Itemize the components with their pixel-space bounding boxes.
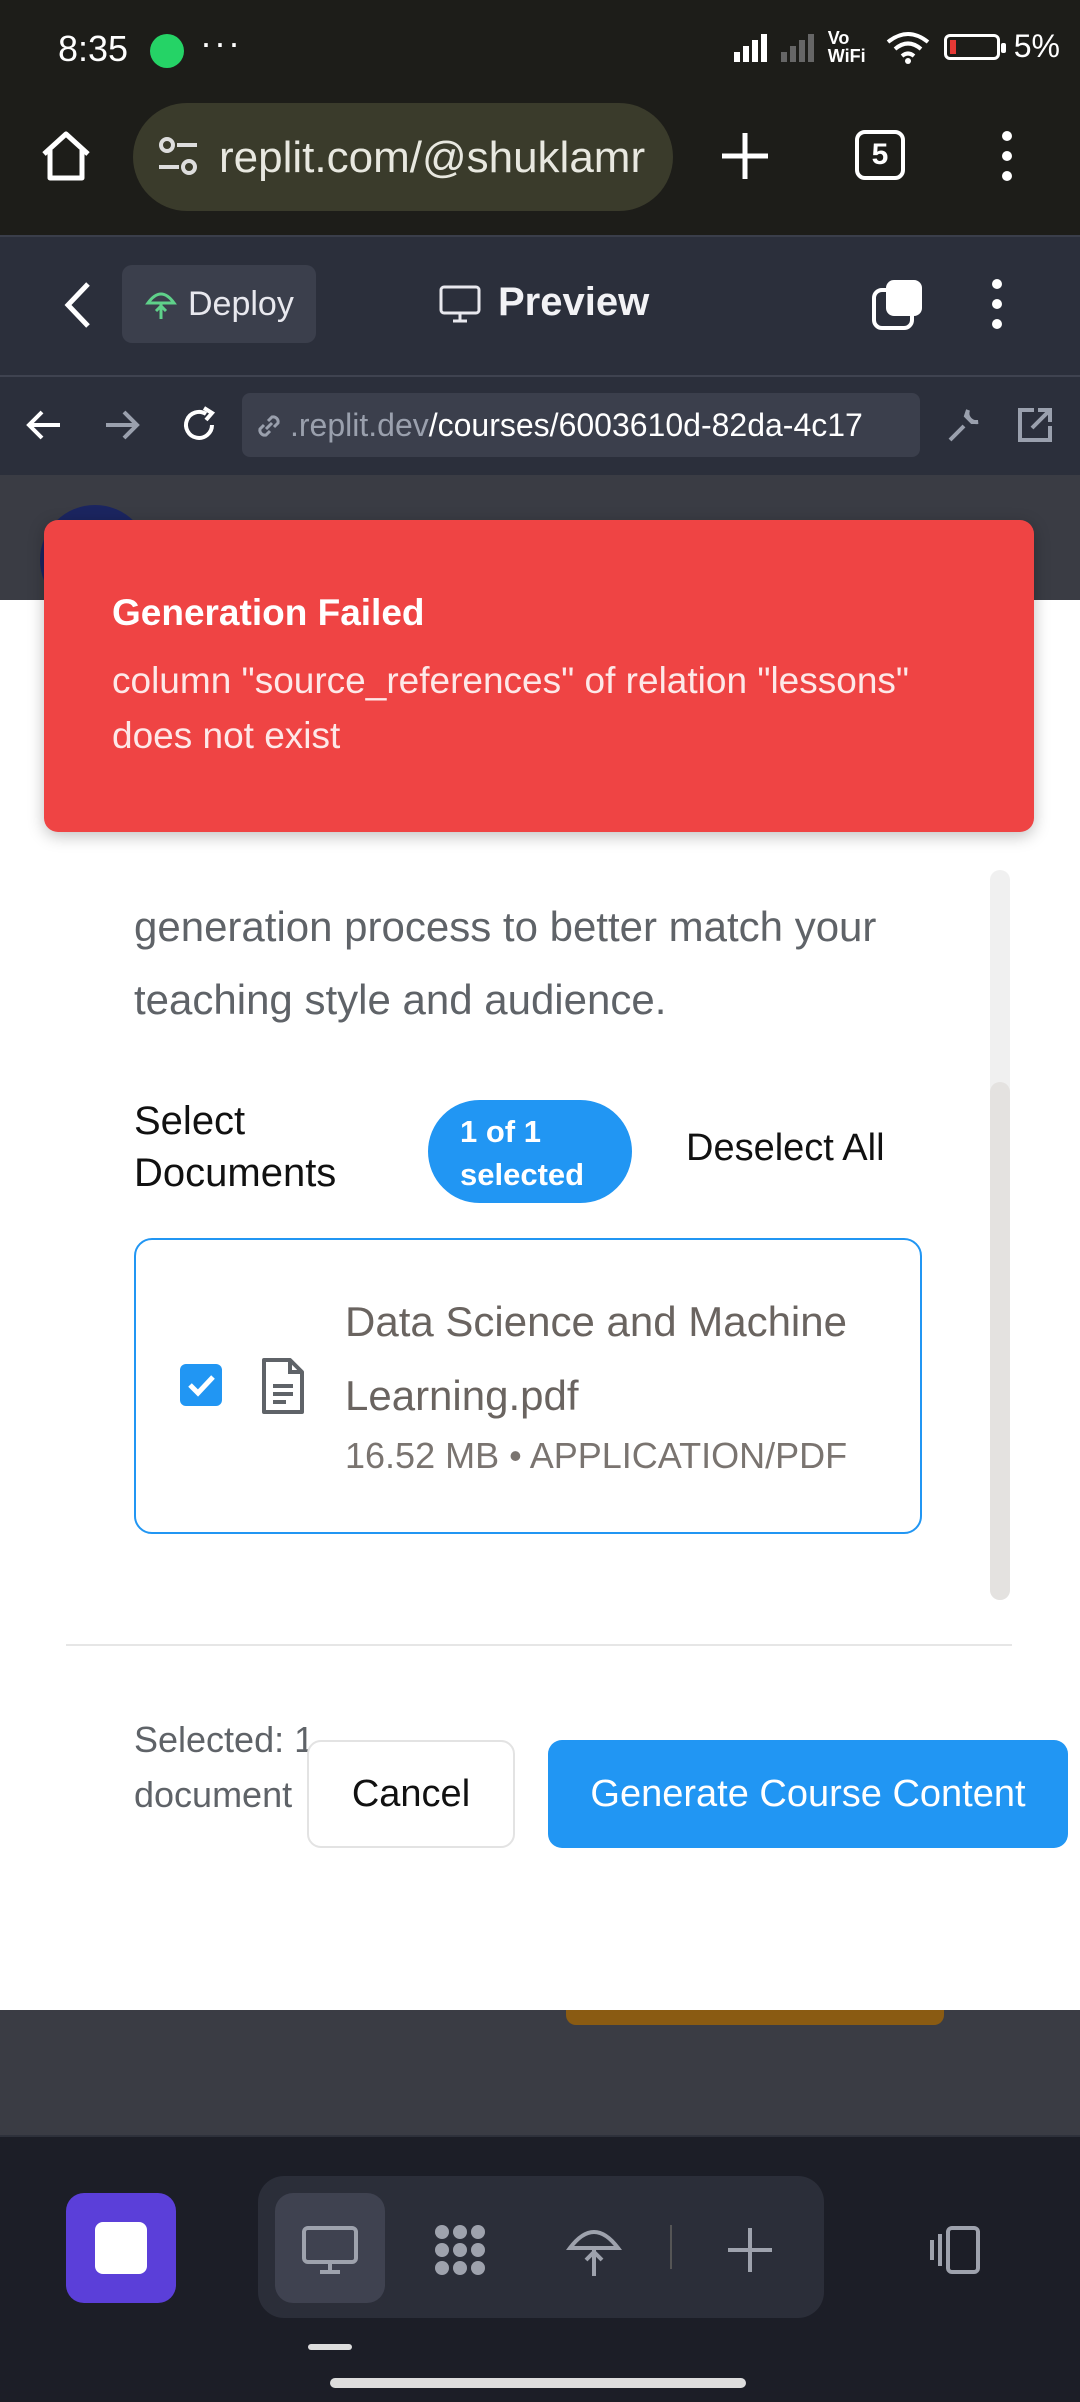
toast-message: column "source_references" of relation "…: [112, 660, 910, 756]
chevron-left-icon[interactable]: [60, 280, 96, 330]
preview-tab-label[interactable]: Preview: [498, 280, 649, 325]
toast-title: Generation Failed: [112, 592, 425, 633]
open-external-icon[interactable]: [1014, 404, 1056, 446]
monitor-icon[interactable]: [300, 2220, 360, 2280]
battery-icon: [943, 33, 1006, 60]
preview-url-field[interactable]: .replit.dev/courses/6003610d-82da-4c17: [242, 393, 920, 457]
dialog-description: generation process to better match your …: [134, 903, 877, 1023]
wifi-icon: [886, 31, 929, 64]
active-indicator: [308, 2344, 352, 2350]
gesture-home-indicator[interactable]: [330, 2378, 746, 2388]
deploy-icon: [145, 292, 177, 319]
select-documents-label: Select Documents: [134, 1099, 337, 1195]
panel-switch-icon[interactable]: [926, 2220, 986, 2280]
checkmark-icon: [188, 1375, 215, 1397]
replit-app-button[interactable]: [66, 2193, 176, 2303]
more-options-icon[interactable]: [990, 278, 1004, 330]
whatsapp-icon: [150, 34, 184, 68]
document-name: Data Science and Machine Learning.pdf: [345, 1298, 847, 1419]
more-dots-icon: ···: [200, 22, 242, 63]
stop-icon: [95, 2222, 147, 2274]
new-tab-icon[interactable]: [716, 127, 774, 185]
reload-icon[interactable]: [178, 404, 220, 446]
cancel-button[interactable]: Cancel: [307, 1740, 515, 1848]
browser-url-bar[interactable]: replit.com/@shuklamr: [133, 103, 673, 211]
deploy-button[interactable]: Deploy: [122, 265, 316, 343]
browser-menu-icon[interactable]: [1000, 130, 1014, 182]
file-text-icon: [262, 1358, 304, 1414]
home-icon[interactable]: [38, 128, 94, 184]
deploy-label: Deploy: [188, 285, 294, 323]
layers-icon[interactable]: [870, 276, 926, 332]
signal-2-icon: [780, 32, 814, 62]
preview-url-text: .replit.dev/courses/6003610d-82da-4c17: [290, 407, 863, 443]
dialog-divider: [66, 1644, 1012, 1646]
scrollbar-thumb[interactable]: [990, 1082, 1010, 1600]
grid-dots-icon[interactable]: [430, 2220, 490, 2280]
arrow-left-icon[interactable]: [24, 404, 66, 446]
deploy-icon[interactable]: [564, 2220, 624, 2280]
document-meta: 16.52 MB • APPLICATION/PDF: [345, 1435, 848, 1476]
vowifi-label: Vo WiFi: [827, 27, 866, 66]
battery-percent: 5%: [1013, 28, 1060, 64]
link-icon: [258, 415, 280, 437]
selected-summary: Selected: 1 document: [134, 1719, 315, 1815]
tab-switcher-button[interactable]: 5: [855, 130, 905, 180]
generate-course-content-button[interactable]: Generate Course Content: [548, 1740, 1068, 1848]
site-settings-icon[interactable]: [155, 133, 201, 179]
toolbar-separator: [670, 2225, 672, 2269]
plus-icon[interactable]: [720, 2220, 780, 2280]
status-time: 8:35: [58, 28, 129, 69]
document-checkbox[interactable]: [180, 1364, 222, 1406]
browser-url-text: replit.com/@shuklamr: [219, 133, 646, 182]
deselect-all-button[interactable]: Deselect All: [686, 1127, 885, 1170]
status-bar: 8:35 ··· Vo WiFi 5%: [0, 0, 1080, 100]
signal-icon: [733, 32, 767, 62]
selection-count-badge: 1 of 1 selected: [428, 1100, 632, 1203]
wrench-icon[interactable]: [942, 404, 984, 446]
status-indicators: Vo WiFi 5%: [733, 27, 1060, 66]
arrow-right-icon[interactable]: [100, 404, 142, 446]
monitor-icon: [439, 285, 481, 323]
error-toast[interactable]: Generation Failed column "source_referen…: [44, 520, 1034, 832]
